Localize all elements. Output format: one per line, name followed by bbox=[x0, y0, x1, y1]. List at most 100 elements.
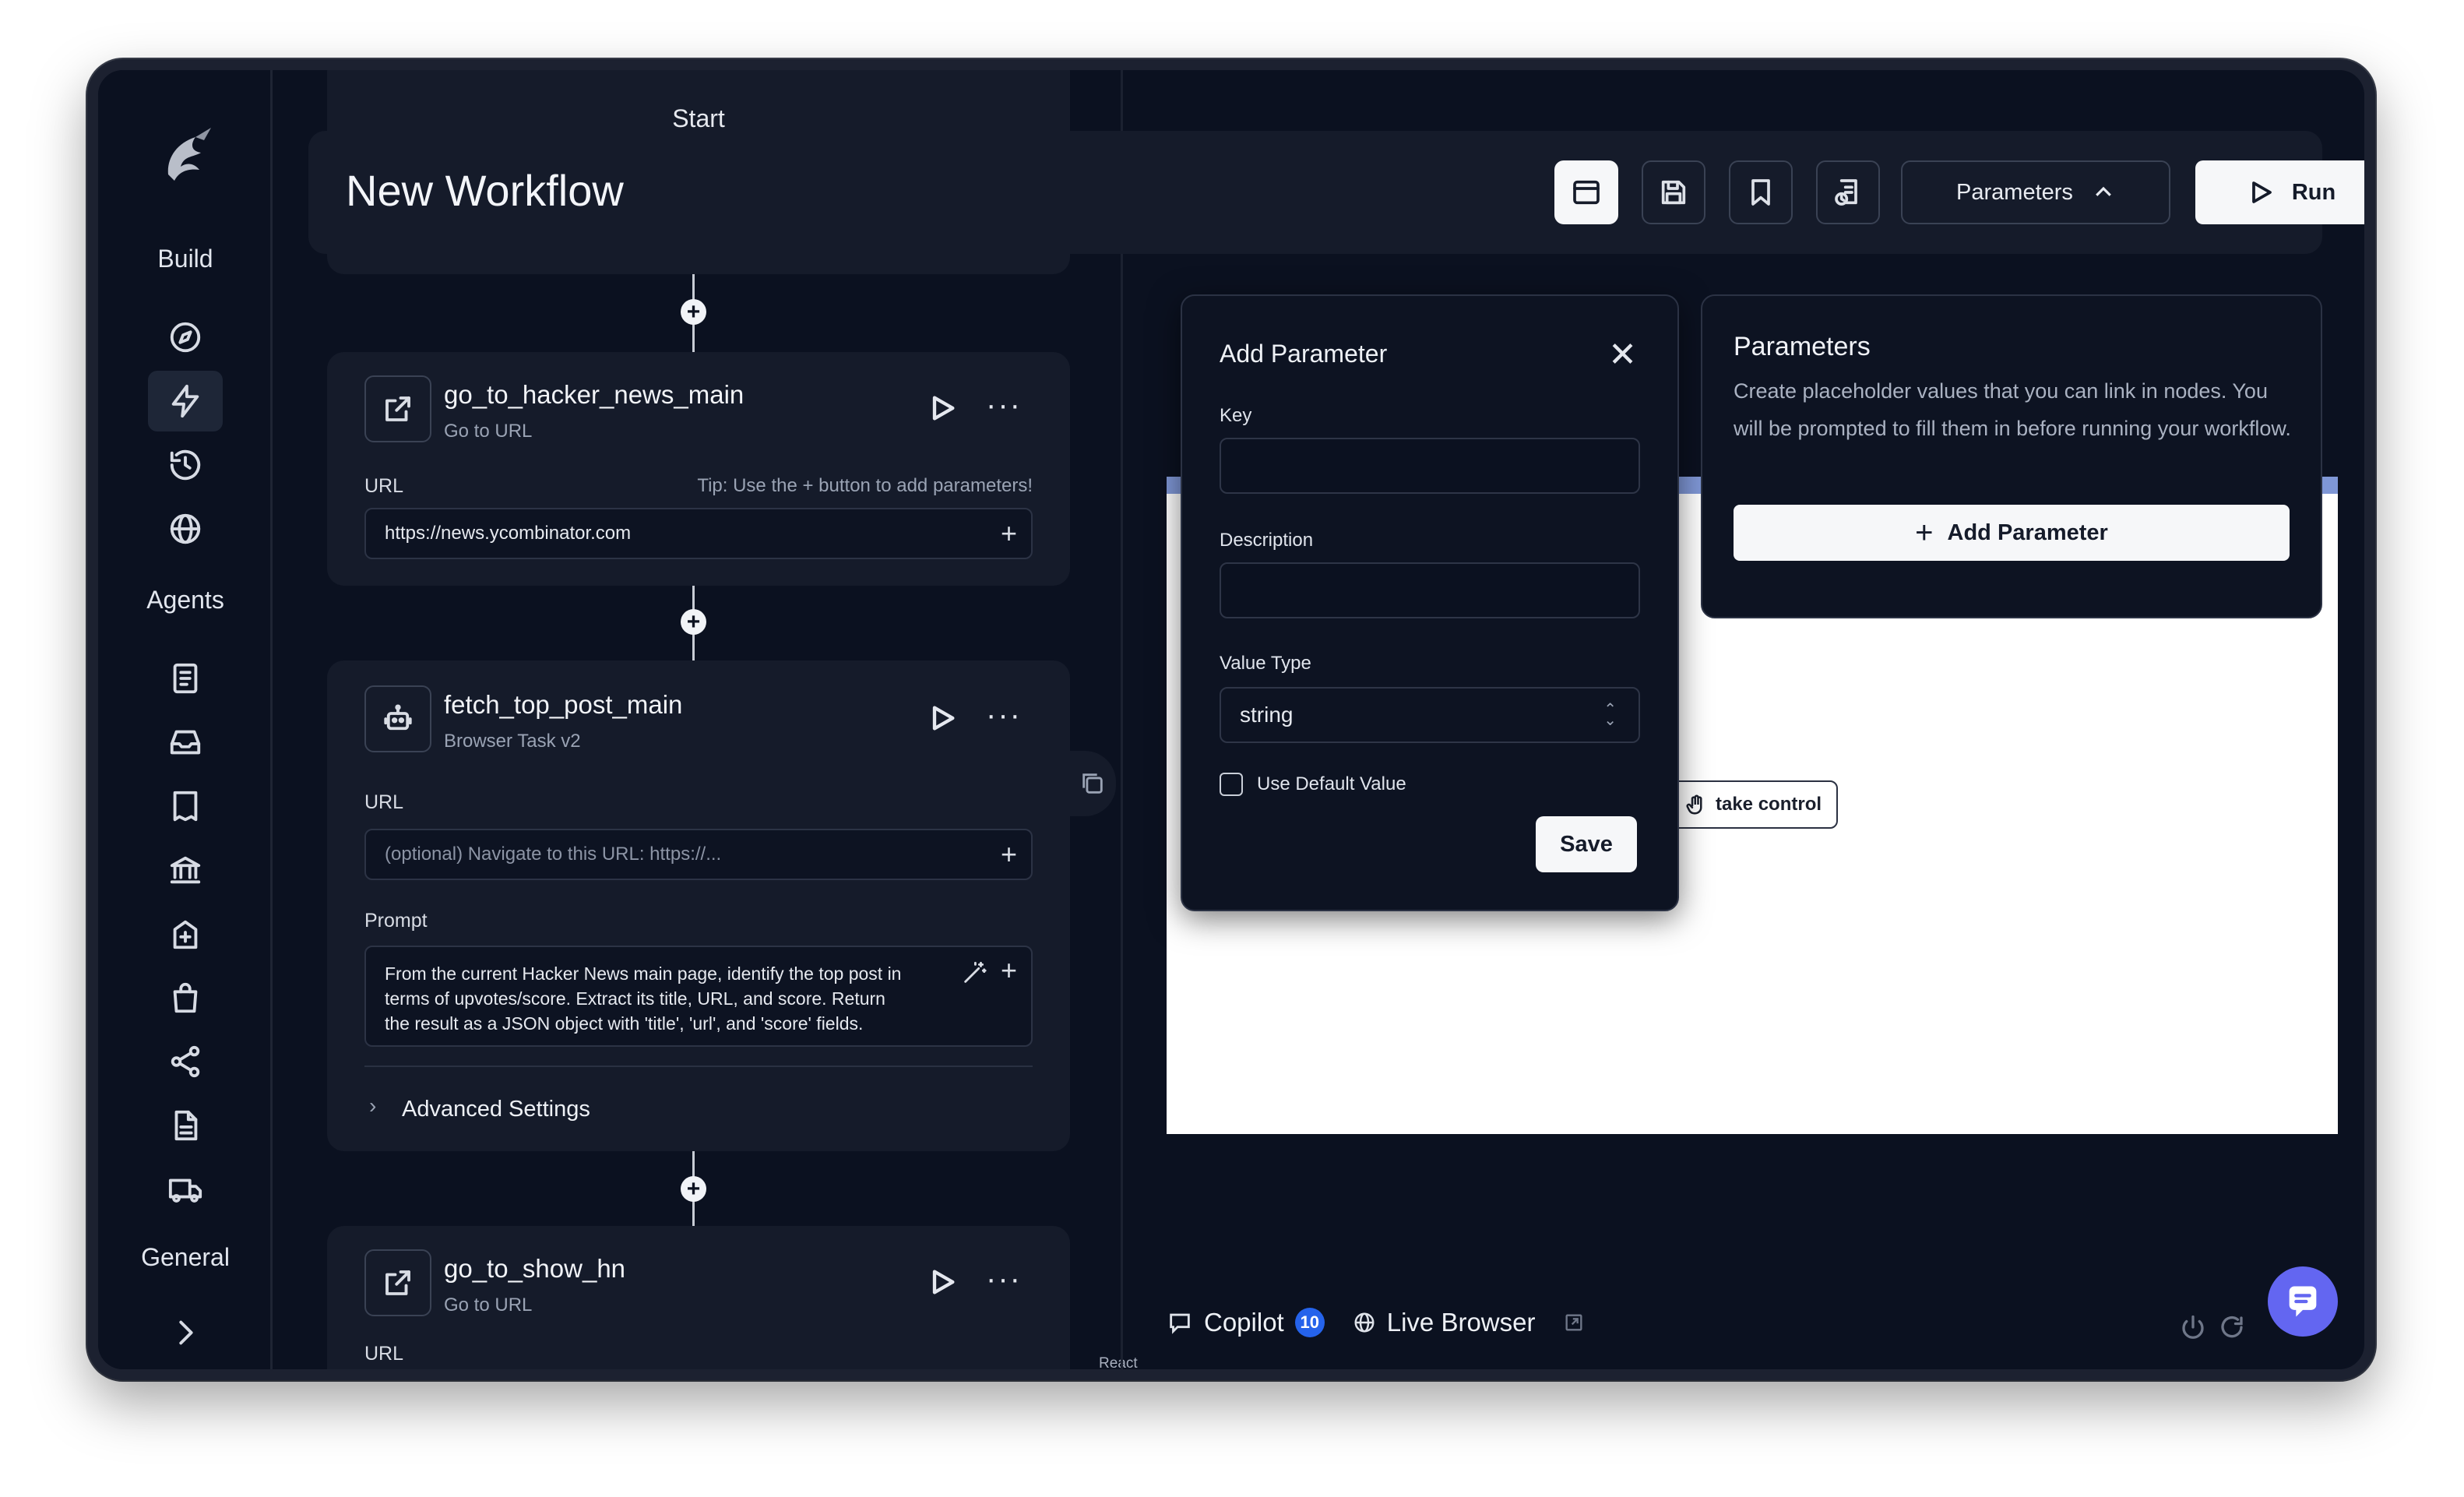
power-icon[interactable] bbox=[2179, 1313, 2207, 1341]
sidebar-item-discover[interactable] bbox=[148, 307, 223, 368]
inbox-icon bbox=[170, 730, 201, 755]
magic-wand-icon[interactable] bbox=[961, 960, 987, 986]
browser-view-button[interactable] bbox=[1554, 160, 1618, 224]
add-parameter-plus-icon[interactable]: + bbox=[1001, 520, 1017, 548]
node-title: go_to_show_hn bbox=[444, 1254, 626, 1283]
play-icon bbox=[932, 1270, 955, 1294]
copilot-label: Copilot bbox=[1204, 1308, 1284, 1337]
node-menu-button[interactable]: ··· bbox=[986, 1263, 1022, 1294]
url-input[interactable]: https://news.ycombinator.com + bbox=[364, 508, 1033, 559]
close-icon[interactable]: ✕ bbox=[1608, 338, 1637, 372]
sidebar: Build Agents General bbox=[98, 70, 273, 1369]
node-menu-button[interactable]: ··· bbox=[986, 389, 1022, 421]
key-input[interactable] bbox=[1220, 438, 1640, 494]
parameters-panel-description: Create placeholder values that you can l… bbox=[1734, 379, 2291, 440]
run-node-button[interactable] bbox=[927, 703, 958, 734]
truck-icon bbox=[168, 1178, 202, 1203]
workflow-canvas[interactable]: Start + go_to_hacker_news_main Go to URL… bbox=[275, 70, 1138, 1369]
add-parameter-button[interactable]: + Add Parameter bbox=[1734, 505, 2290, 561]
run-node-button[interactable] bbox=[927, 1266, 958, 1298]
node-side-handle[interactable] bbox=[1069, 751, 1116, 816]
url-label: URL bbox=[364, 475, 404, 497]
sidebar-item-inbox[interactable] bbox=[148, 712, 223, 773]
node-go-to-show-hn[interactable]: go_to_show_hn Go to URL ··· URL bbox=[327, 1226, 1070, 1369]
save-parameter-button[interactable]: Save bbox=[1536, 816, 1637, 872]
prompt-line: terms of upvotes/score. Extract its titl… bbox=[385, 988, 885, 1009]
parameters-toggle-button[interactable]: Parameters bbox=[1901, 160, 2170, 224]
support-chat-button[interactable] bbox=[2268, 1266, 2338, 1337]
sidebar-item-logistics[interactable] bbox=[148, 1159, 223, 1220]
panel-divider[interactable] bbox=[1121, 70, 1123, 1369]
run-button[interactable]: Run bbox=[2195, 160, 2364, 224]
prompt-line: the result as a JSON object with 'title'… bbox=[385, 1013, 864, 1034]
url-value: https://news.ycombinator.com bbox=[385, 523, 632, 544]
chevron-right-icon[interactable]: › bbox=[369, 1094, 376, 1118]
live-browser-tab[interactable]: Live Browser bbox=[1353, 1308, 1535, 1337]
chat-icon bbox=[1170, 1313, 1190, 1334]
hand-icon bbox=[1686, 794, 1702, 815]
sidebar-item-files[interactable] bbox=[148, 1095, 223, 1156]
use-default-value-label: Use Default Value bbox=[1257, 773, 1406, 794]
sidebar-item-shopping[interactable] bbox=[148, 967, 223, 1028]
prompt-line: From the current Hacker News main page, … bbox=[385, 963, 902, 984]
add-node-button[interactable]: + bbox=[681, 609, 706, 635]
sidebar-item-receipts[interactable] bbox=[148, 776, 223, 837]
react-flow-attribution[interactable]: React Flow bbox=[1099, 1355, 1138, 1369]
url-label: URL bbox=[364, 791, 404, 813]
sidebar-item-share[interactable] bbox=[148, 1031, 223, 1092]
add-node-button[interactable]: + bbox=[681, 1176, 706, 1202]
node-title: fetch_top_post_main bbox=[444, 690, 683, 719]
bookmark-icon bbox=[1751, 179, 1770, 206]
sidebar-item-browser[interactable] bbox=[148, 498, 223, 559]
value-type-select[interactable]: string ⌃ ⌄ bbox=[1220, 687, 1640, 743]
play-icon bbox=[932, 706, 955, 731]
history-document-button[interactable] bbox=[1816, 160, 1880, 224]
select-arrows-icon: ⌃ ⌄ bbox=[1603, 701, 1617, 729]
sidebar-item-history[interactable] bbox=[148, 435, 223, 495]
advanced-settings-toggle[interactable]: Advanced Settings bbox=[402, 1097, 590, 1122]
sidebar-expand-button[interactable] bbox=[148, 1302, 223, 1363]
hospital-icon bbox=[173, 920, 198, 949]
app-logo-icon[interactable] bbox=[153, 120, 223, 190]
add-node-button[interactable]: + bbox=[681, 299, 706, 325]
popout-icon[interactable] bbox=[1563, 1312, 1585, 1333]
sidebar-item-documents[interactable] bbox=[148, 648, 223, 709]
file-text-icon bbox=[174, 1110, 198, 1141]
sidebar-item-bank[interactable] bbox=[148, 840, 223, 900]
add-parameter-plus-icon[interactable]: + bbox=[1001, 840, 1017, 868]
run-node-button[interactable] bbox=[927, 393, 958, 424]
save-workflow-button[interactable] bbox=[1642, 160, 1705, 224]
refresh-icon[interactable] bbox=[2218, 1313, 2246, 1341]
sidebar-item-workflows[interactable] bbox=[148, 371, 223, 431]
use-default-value-checkbox[interactable]: Use Default Value bbox=[1220, 773, 1406, 796]
bookmark-button[interactable] bbox=[1729, 160, 1793, 224]
description-input[interactable] bbox=[1220, 562, 1640, 618]
workflow-header: New Workflow Parameters Run bbox=[308, 131, 2364, 254]
robot-icon bbox=[384, 704, 412, 731]
add-parameter-label: Add Parameter bbox=[1947, 520, 2108, 545]
node-menu-button[interactable]: ··· bbox=[986, 699, 1022, 731]
parameters-panel-title: Parameters bbox=[1734, 332, 1871, 361]
url-tip: Tip: Use the + button to add parameters! bbox=[697, 475, 1033, 496]
sidebar-section-agents: Agents bbox=[146, 586, 224, 614]
node-fetch-top-post[interactable]: fetch_top_post_main Browser Task v2 ··· … bbox=[327, 660, 1070, 1151]
parameters-panel: Parameters Create placeholder values tha… bbox=[1701, 294, 2322, 618]
copilot-tab[interactable]: Copilot 10 bbox=[1167, 1308, 1325, 1337]
url-input[interactable]: (optional) Navigate to this URL: https:/… bbox=[364, 829, 1033, 880]
node-subtitle: Go to URL bbox=[444, 421, 533, 442]
value-type-selected: string bbox=[1240, 703, 1294, 727]
floppy-disk-icon bbox=[1661, 180, 1686, 205]
plus-icon: + bbox=[1915, 516, 1934, 550]
workflow-title[interactable]: New Workflow bbox=[346, 165, 624, 216]
browser-window-icon bbox=[1573, 180, 1600, 205]
prompt-textarea[interactable]: From the current Hacker News main page, … bbox=[364, 946, 1033, 1047]
sidebar-item-healthcare[interactable] bbox=[148, 903, 223, 964]
checkbox-box[interactable] bbox=[1220, 773, 1243, 796]
add-parameter-plus-icon[interactable]: + bbox=[1001, 956, 1017, 984]
chevron-up-icon bbox=[2096, 186, 2111, 196]
take-control-label: take control bbox=[1715, 794, 1822, 815]
take-control-button[interactable]: take control bbox=[1668, 780, 1838, 829]
lightning-icon bbox=[171, 384, 199, 418]
bank-icon bbox=[170, 856, 201, 884]
node-go-to-hacker-news[interactable]: go_to_hacker_news_main Go to URL ··· URL… bbox=[327, 352, 1070, 586]
